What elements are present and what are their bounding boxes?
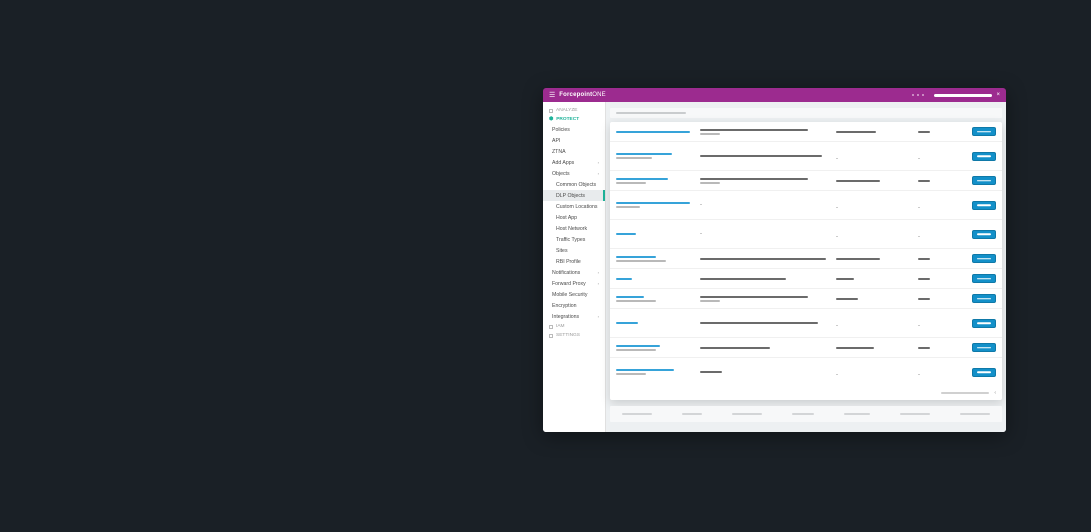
nav-sites[interactable]: Sites — [543, 245, 605, 256]
pagination-skel — [941, 392, 989, 394]
nav-api[interactable]: API — [543, 135, 605, 146]
row-action-button[interactable] — [972, 319, 996, 328]
nav-rbi-profile[interactable]: RBI Profile — [543, 256, 605, 267]
nav-encryption[interactable]: Encryption — [543, 300, 605, 311]
section-analyze[interactable]: ANALYZE — [543, 106, 605, 115]
shield-icon: ⬢ — [549, 117, 553, 122]
titlebar: ☰ ForcepointONE × — [543, 88, 1006, 102]
row-action-button[interactable] — [972, 201, 996, 210]
table-row[interactable] — [610, 337, 1002, 357]
nav-traffic-types[interactable]: Traffic Types — [543, 234, 605, 245]
row-action-button[interactable] — [972, 254, 996, 263]
row-action-button[interactable] — [972, 294, 996, 303]
row-action-button[interactable] — [972, 152, 996, 161]
table-row[interactable]: -- — [610, 308, 1002, 337]
body: ANALYZE ⬢PROTECT Policies API ZTNA Add A… — [543, 102, 1006, 432]
search-pill[interactable] — [934, 94, 992, 97]
section-settings[interactable]: SETTINGS — [543, 331, 605, 340]
row-action-button[interactable] — [972, 343, 996, 352]
chevron-right-icon: › — [598, 270, 599, 275]
chevron-left-icon[interactable]: ‹ — [994, 390, 996, 396]
table-row[interactable] — [610, 122, 1002, 141]
nav-common-objects[interactable]: Common Objects — [543, 179, 605, 190]
nav-host-app[interactable]: Host App — [543, 212, 605, 223]
row-action-button[interactable] — [972, 230, 996, 239]
brand-name: ForcepointONE — [559, 92, 606, 98]
nav-ztna[interactable]: ZTNA — [543, 146, 605, 157]
row-action-button[interactable] — [972, 127, 996, 136]
data-panel: ------------ ‹ — [610, 122, 1002, 400]
table-row[interactable]: -- — [610, 357, 1002, 386]
table-row[interactable] — [610, 268, 1002, 288]
nav-notifications[interactable]: Notifications› — [543, 267, 605, 278]
content: ------------ ‹ — [606, 102, 1006, 432]
table-row[interactable]: --- — [610, 219, 1002, 248]
titlebar-actions[interactable] — [912, 94, 924, 96]
table-row[interactable]: -- — [610, 141, 1002, 170]
sidebar: ANALYZE ⬢PROTECT Policies API ZTNA Add A… — [543, 102, 606, 432]
nav-dlp-objects[interactable]: DLP Objects — [543, 190, 605, 201]
chevron-right-icon: › — [598, 160, 599, 165]
app-window: ☰ ForcepointONE × ANALYZE ⬢PROTECT Polic… — [543, 88, 1006, 432]
nav-policies[interactable]: Policies — [543, 124, 605, 135]
nav-forward-proxy[interactable]: Forward Proxy› — [543, 278, 605, 289]
row-action-button[interactable] — [972, 368, 996, 377]
nav-host-network[interactable]: Host Network — [543, 223, 605, 234]
row-action-button[interactable] — [972, 274, 996, 283]
panel-footer: ‹ — [610, 386, 1002, 400]
nav-integrations[interactable]: Integrations› — [543, 311, 605, 322]
nav-add-apps[interactable]: Add Apps› — [543, 157, 605, 168]
section-iam[interactable]: IAM — [543, 322, 605, 331]
table-row[interactable] — [610, 170, 1002, 190]
table-row[interactable] — [610, 288, 1002, 308]
chevron-right-icon: › — [598, 171, 599, 176]
close-icon[interactable]: × — [996, 92, 1000, 98]
nav-custom-locations[interactable]: Custom Locations — [543, 201, 605, 212]
row-action-button[interactable] — [972, 176, 996, 185]
nav-mobile-security[interactable]: Mobile Security — [543, 289, 605, 300]
bottom-strip — [610, 406, 1002, 422]
chevron-right-icon: › — [598, 314, 599, 319]
section-protect[interactable]: ⬢PROTECT — [543, 115, 605, 124]
nav-objects[interactable]: Objects› — [543, 168, 605, 179]
table-row[interactable] — [610, 248, 1002, 268]
hamburger-icon[interactable]: ☰ — [549, 91, 555, 99]
breadcrumb — [610, 108, 1002, 118]
table-row[interactable]: --- — [610, 190, 1002, 219]
chevron-right-icon: › — [598, 281, 599, 286]
